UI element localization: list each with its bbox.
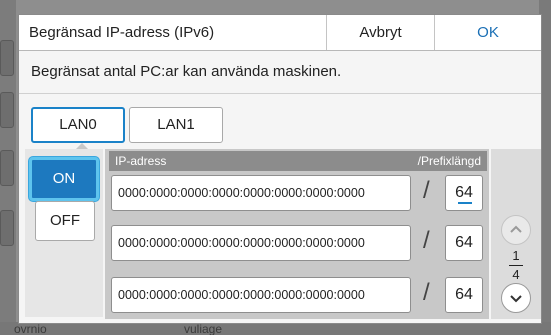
current-page: 1	[512, 248, 520, 263]
background-tab	[0, 210, 14, 246]
ip-address-field[interactable]: 0000:0000:0000:0000:0000:0000:0000:0000	[111, 175, 411, 211]
dialog-description: Begränsat antal PC:ar kan använda maskin…	[31, 63, 342, 80]
prefix-length-value: 64	[455, 184, 473, 201]
list-header: IP-adress /Prefixlängd	[109, 151, 487, 171]
ipv6-restriction-dialog: Begränsad IP-adress (IPv6) Avbryt OK Beg…	[18, 14, 542, 324]
column-header-prefix: /Prefixlängd	[417, 154, 481, 168]
address-row: 0000:0000:0000:0000:0000:0000:0000:0000 …	[111, 277, 487, 315]
prefix-separator: /	[423, 227, 430, 254]
scroll-up-button[interactable]	[501, 215, 531, 245]
background-tab	[0, 92, 14, 128]
prefix-separator: /	[423, 177, 430, 204]
dialog-title: Begränsad IP-adress (IPv6)	[19, 15, 327, 50]
cancel-button[interactable]: Avbryt	[327, 15, 435, 50]
tab-lan0[interactable]: LAN0	[31, 107, 125, 143]
prefix-length-field[interactable]: 64	[445, 175, 483, 211]
total-pages: 4	[512, 267, 520, 282]
prefix-length-field[interactable]: 64	[445, 225, 483, 261]
divider	[19, 93, 541, 94]
ip-address-field[interactable]: 0000:0000:0000:0000:0000:0000:0000:0000	[111, 225, 411, 261]
off-button[interactable]: OFF	[35, 201, 95, 241]
page-indicator: 1 4	[503, 249, 529, 282]
ok-button[interactable]: OK	[435, 15, 541, 50]
dialog-titlebar: Begränsad IP-adress (IPv6) Avbryt OK	[19, 15, 541, 51]
chevron-down-icon	[510, 295, 522, 303]
ip-address-field[interactable]: 0000:0000:0000:0000:0000:0000:0000:0000	[111, 277, 411, 313]
background-tab	[0, 40, 14, 76]
page-fraction-bar	[509, 265, 523, 266]
prefix-separator: /	[423, 279, 430, 306]
column-header-ip: IP-adress	[115, 154, 167, 168]
tab-lan1[interactable]: LAN1	[129, 107, 223, 143]
address-row: 0000:0000:0000:0000:0000:0000:0000:0000 …	[111, 175, 487, 213]
on-button[interactable]: ON	[29, 157, 99, 201]
prefix-length-value: 64	[455, 234, 473, 251]
prefix-length-field[interactable]: 64	[445, 277, 483, 313]
scroll-down-button[interactable]	[501, 283, 531, 313]
background-tab	[0, 150, 14, 186]
chevron-up-icon	[510, 225, 522, 233]
text-cursor	[458, 202, 472, 204]
prefix-length-value: 64	[455, 286, 473, 303]
address-row: 0000:0000:0000:0000:0000:0000:0000:0000 …	[111, 225, 487, 263]
